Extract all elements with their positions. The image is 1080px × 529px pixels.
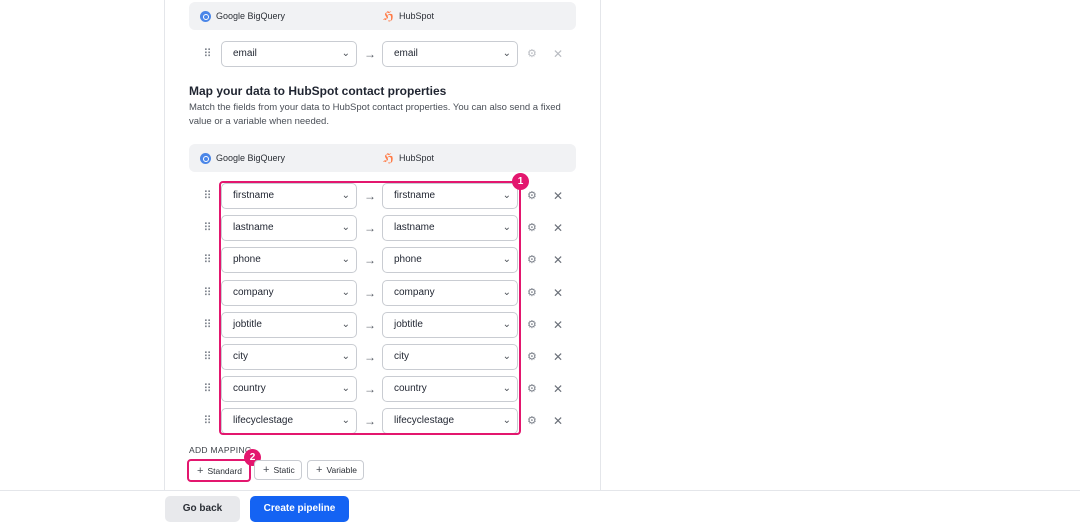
mapping-description: Match the fields from your data to HubSp… [189,102,561,127]
add-variable-button[interactable]: + Variable [307,460,364,480]
source-label: Google BigQuery [216,153,286,163]
mapping-source-header: Google BigQuery ℌ HubSpot [189,144,576,172]
drag-handle-icon[interactable]: ⠿ [200,220,214,236]
close-icon[interactable]: ✕ [553,280,563,306]
drag-handle-icon[interactable]: ⠿ [200,285,214,301]
drag-handle-icon[interactable]: ⠿ [200,413,214,429]
add-static-button[interactable]: + Static [254,460,302,480]
identity-mapping-row: ⠿ email ⌄ → email ⌄ ⚙ ✕ [200,41,580,67]
add-standard-button[interactable]: + Standard [187,459,251,482]
chevron-down-icon: ⌄ [341,48,350,59]
identity-source-header: Google BigQuery ℌ HubSpot [189,2,576,30]
source-field-select[interactable]: email ⌄ [221,41,357,67]
plus-icon: + [316,464,323,476]
arrow-right-icon: → [364,47,376,61]
annotation-highlight-mappings [219,181,521,435]
drag-handle-icon[interactable]: ⠿ [200,381,214,397]
close-icon[interactable]: ✕ [553,376,563,402]
hubspot-icon: ℌ [383,151,394,165]
close-icon[interactable]: ✕ [553,344,563,370]
close-icon[interactable]: ✕ [553,183,563,209]
drag-handle-icon[interactable]: ⠿ [200,317,214,333]
close-icon[interactable]: ✕ [553,312,563,338]
destination-field-select[interactable]: email ⌄ [382,41,518,67]
destination-label: HubSpot [398,153,434,163]
gear-icon[interactable]: ⚙ [527,408,537,434]
hubspot-icon: ℌ [383,9,394,23]
create-pipeline-button[interactable]: Create pipeline [250,496,349,522]
bigquery-icon [200,10,211,22]
close-icon[interactable]: ✕ [553,247,563,273]
add-mapping-label: ADD MAPPING [189,445,252,455]
gear-icon[interactable]: ⚙ [527,41,537,67]
plus-icon: + [263,464,270,476]
gear-icon[interactable]: ⚙ [527,215,537,241]
gear-icon[interactable]: ⚙ [527,312,537,338]
gear-icon[interactable]: ⚙ [527,247,537,273]
plus-icon: + [197,464,204,477]
drag-handle-icon[interactable]: ⠿ [200,349,214,365]
mapping-title: Map your data to HubSpot contact propert… [189,84,447,98]
chevron-down-icon: ⌄ [502,48,511,59]
go-back-button[interactable]: Go back [165,496,240,522]
close-icon[interactable]: ✕ [553,41,563,67]
close-icon[interactable]: ✕ [553,215,563,241]
gear-icon[interactable]: ⚙ [527,280,537,306]
bigquery-icon [200,152,211,164]
gear-icon[interactable]: ⚙ [527,183,537,209]
close-icon[interactable]: ✕ [553,408,563,434]
drag-handle-icon[interactable]: ⠿ [200,46,214,62]
gear-icon[interactable]: ⚙ [527,344,537,370]
footer-bar [0,490,1080,529]
drag-handle-icon[interactable]: ⠿ [200,188,214,204]
gear-icon[interactable]: ⚙ [527,376,537,402]
destination-label: HubSpot [398,11,434,21]
source-label: Google BigQuery [216,11,286,21]
drag-handle-icon[interactable]: ⠿ [200,252,214,268]
annotation-badge: 1 [512,173,529,190]
